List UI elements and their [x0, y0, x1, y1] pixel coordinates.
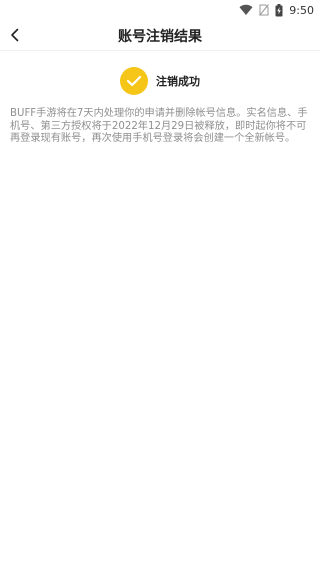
success-badge [120, 67, 148, 95]
wifi-icon [239, 4, 253, 16]
no-sim-icon [259, 4, 270, 16]
result-label: 注销成功 [156, 75, 200, 88]
page-title: 账号注销结果 [118, 29, 202, 45]
nav-bar: 账号注销结果 [0, 20, 320, 51]
status-icons: 9:50 [239, 2, 314, 18]
check-icon [126, 75, 142, 87]
result-status: 注销成功 [0, 66, 320, 96]
status-bar: 9:50 [0, 0, 320, 20]
status-time: 9:50 [289, 3, 314, 17]
description-text: BUFF手游将在7天内处理你的申请并删除帐号信息。实名信息、手机号、第三方授权将… [10, 108, 308, 144]
battery-charging-icon [275, 3, 283, 17]
